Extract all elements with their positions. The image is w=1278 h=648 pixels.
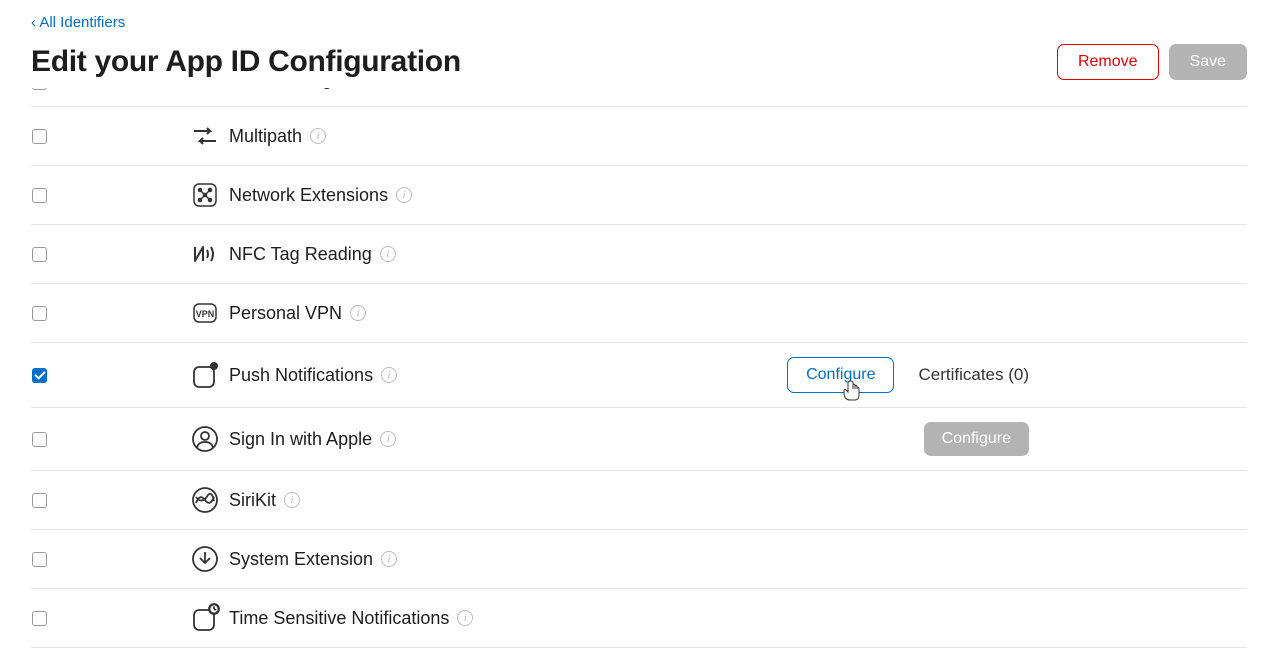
checkbox-wrap bbox=[31, 247, 181, 262]
capability-row-vpn: VPN Personal VPN bbox=[31, 283, 1247, 342]
info-icon[interactable] bbox=[380, 246, 396, 262]
info-icon[interactable] bbox=[350, 305, 366, 321]
capability-row-system-extension: System Extension bbox=[31, 529, 1247, 588]
info-icon[interactable] bbox=[310, 128, 326, 144]
checkbox-vpn[interactable] bbox=[32, 306, 47, 321]
capability-label: Time Sensitive Notifications bbox=[229, 608, 449, 629]
capability-row-nfc: NFC Tag Reading bbox=[31, 224, 1247, 283]
label-wrap: NFC Tag Reading bbox=[229, 244, 1247, 265]
configure-push-button[interactable]: Configure bbox=[787, 357, 894, 393]
capability-row-sirikit: SiriKit bbox=[31, 470, 1247, 529]
capability-label: Push Notifications bbox=[229, 365, 373, 386]
icon-wrap bbox=[181, 544, 229, 574]
capability-label: Multipath bbox=[229, 126, 302, 147]
action-wrap: Configure bbox=[924, 422, 1029, 456]
icon-wrap bbox=[181, 121, 229, 151]
checkbox-multipath[interactable] bbox=[32, 129, 47, 144]
configure-signin-button: Configure bbox=[924, 422, 1029, 456]
checkbox-signin[interactable] bbox=[32, 432, 47, 447]
remove-button[interactable]: Remove bbox=[1057, 44, 1159, 80]
info-icon[interactable] bbox=[381, 367, 397, 383]
back-link[interactable]: All Identifiers bbox=[0, 0, 125, 31]
icon-wrap: VPN bbox=[181, 298, 229, 328]
checkbox-system-extension[interactable] bbox=[32, 552, 47, 567]
checkbox-wrap bbox=[31, 432, 181, 447]
capability-row-signin: Sign In with Apple Configure bbox=[31, 407, 1247, 470]
label-wrap: MDM Managed Associated Domains bbox=[229, 88, 1247, 90]
checkbox-push[interactable] bbox=[32, 368, 47, 383]
capability-row-push: Push Notifications Configure Certificate… bbox=[31, 342, 1247, 407]
icon-wrap bbox=[181, 88, 229, 90]
label-wrap: Network Extensions bbox=[229, 185, 1247, 206]
svg-text:VPN: VPN bbox=[196, 309, 215, 319]
capability-label: NFC Tag Reading bbox=[229, 244, 372, 265]
label-wrap: System Extension bbox=[229, 549, 1247, 570]
icon-wrap bbox=[181, 360, 229, 390]
label-wrap: SiriKit bbox=[229, 490, 1247, 511]
download-icon bbox=[190, 544, 220, 574]
checkbox-time-sensitive[interactable] bbox=[32, 611, 47, 626]
info-icon[interactable] bbox=[381, 551, 397, 567]
label-wrap: Time Sensitive Notifications bbox=[229, 608, 1247, 629]
capability-row-mdm: MDM Managed Associated Domains bbox=[31, 88, 1247, 106]
action-wrap: Configure Certificates (0) bbox=[787, 357, 1029, 393]
info-icon[interactable] bbox=[396, 187, 412, 203]
checkbox-wrap bbox=[31, 368, 181, 383]
capability-label: Network Extensions bbox=[229, 185, 388, 206]
checkbox-network-extensions[interactable] bbox=[32, 188, 47, 203]
checkbox-nfc[interactable] bbox=[32, 247, 47, 262]
info-icon[interactable] bbox=[380, 431, 396, 447]
capability-label: SiriKit bbox=[229, 490, 276, 511]
icon-wrap bbox=[181, 485, 229, 515]
capability-row-multipath: Multipath bbox=[31, 106, 1247, 165]
checkbox-wrap bbox=[31, 493, 181, 508]
capabilities-list: MDM Managed Associated Domains Multipath bbox=[0, 88, 1278, 648]
multipath-icon bbox=[190, 121, 220, 151]
checkbox-mdm[interactable] bbox=[32, 88, 47, 90]
label-wrap: Personal VPN bbox=[229, 303, 1247, 324]
time-notification-icon bbox=[190, 603, 220, 633]
icon-wrap bbox=[181, 180, 229, 210]
capability-label: MDM Managed Associated Domains bbox=[229, 88, 520, 90]
icon-wrap bbox=[181, 603, 229, 633]
capability-row-network-extensions: Network Extensions bbox=[31, 165, 1247, 224]
save-button: Save bbox=[1169, 44, 1247, 80]
capability-row-time-sensitive: Time Sensitive Notifications bbox=[31, 588, 1247, 648]
info-icon[interactable] bbox=[284, 492, 300, 508]
person-icon bbox=[190, 424, 220, 454]
header-actions: Remove Save bbox=[1057, 44, 1247, 80]
siri-icon bbox=[190, 485, 220, 515]
checkbox-sirikit[interactable] bbox=[32, 493, 47, 508]
checkbox-wrap bbox=[31, 306, 181, 321]
checkbox-wrap bbox=[31, 88, 181, 90]
certificates-count: Certificates (0) bbox=[918, 365, 1029, 385]
icon-wrap bbox=[181, 239, 229, 269]
globe-icon bbox=[190, 88, 220, 90]
label-wrap: Multipath bbox=[229, 126, 1247, 147]
vpn-icon: VPN bbox=[190, 298, 220, 328]
page-title: Edit your App ID Configuration bbox=[31, 45, 461, 79]
checkbox-wrap bbox=[31, 188, 181, 203]
nfc-icon bbox=[190, 239, 220, 269]
capability-label: Sign In with Apple bbox=[229, 429, 372, 450]
icon-wrap bbox=[181, 424, 229, 454]
capability-label: Personal VPN bbox=[229, 303, 342, 324]
checkbox-wrap bbox=[31, 611, 181, 626]
network-icon bbox=[190, 180, 220, 210]
label-wrap: Sign In with Apple bbox=[229, 429, 924, 450]
checkbox-wrap bbox=[31, 552, 181, 567]
page-header: Edit your App ID Configuration Remove Sa… bbox=[0, 32, 1278, 90]
checkbox-wrap bbox=[31, 129, 181, 144]
capability-label: System Extension bbox=[229, 549, 373, 570]
push-icon bbox=[190, 360, 220, 390]
info-icon[interactable] bbox=[457, 610, 473, 626]
label-wrap: Push Notifications bbox=[229, 365, 787, 386]
